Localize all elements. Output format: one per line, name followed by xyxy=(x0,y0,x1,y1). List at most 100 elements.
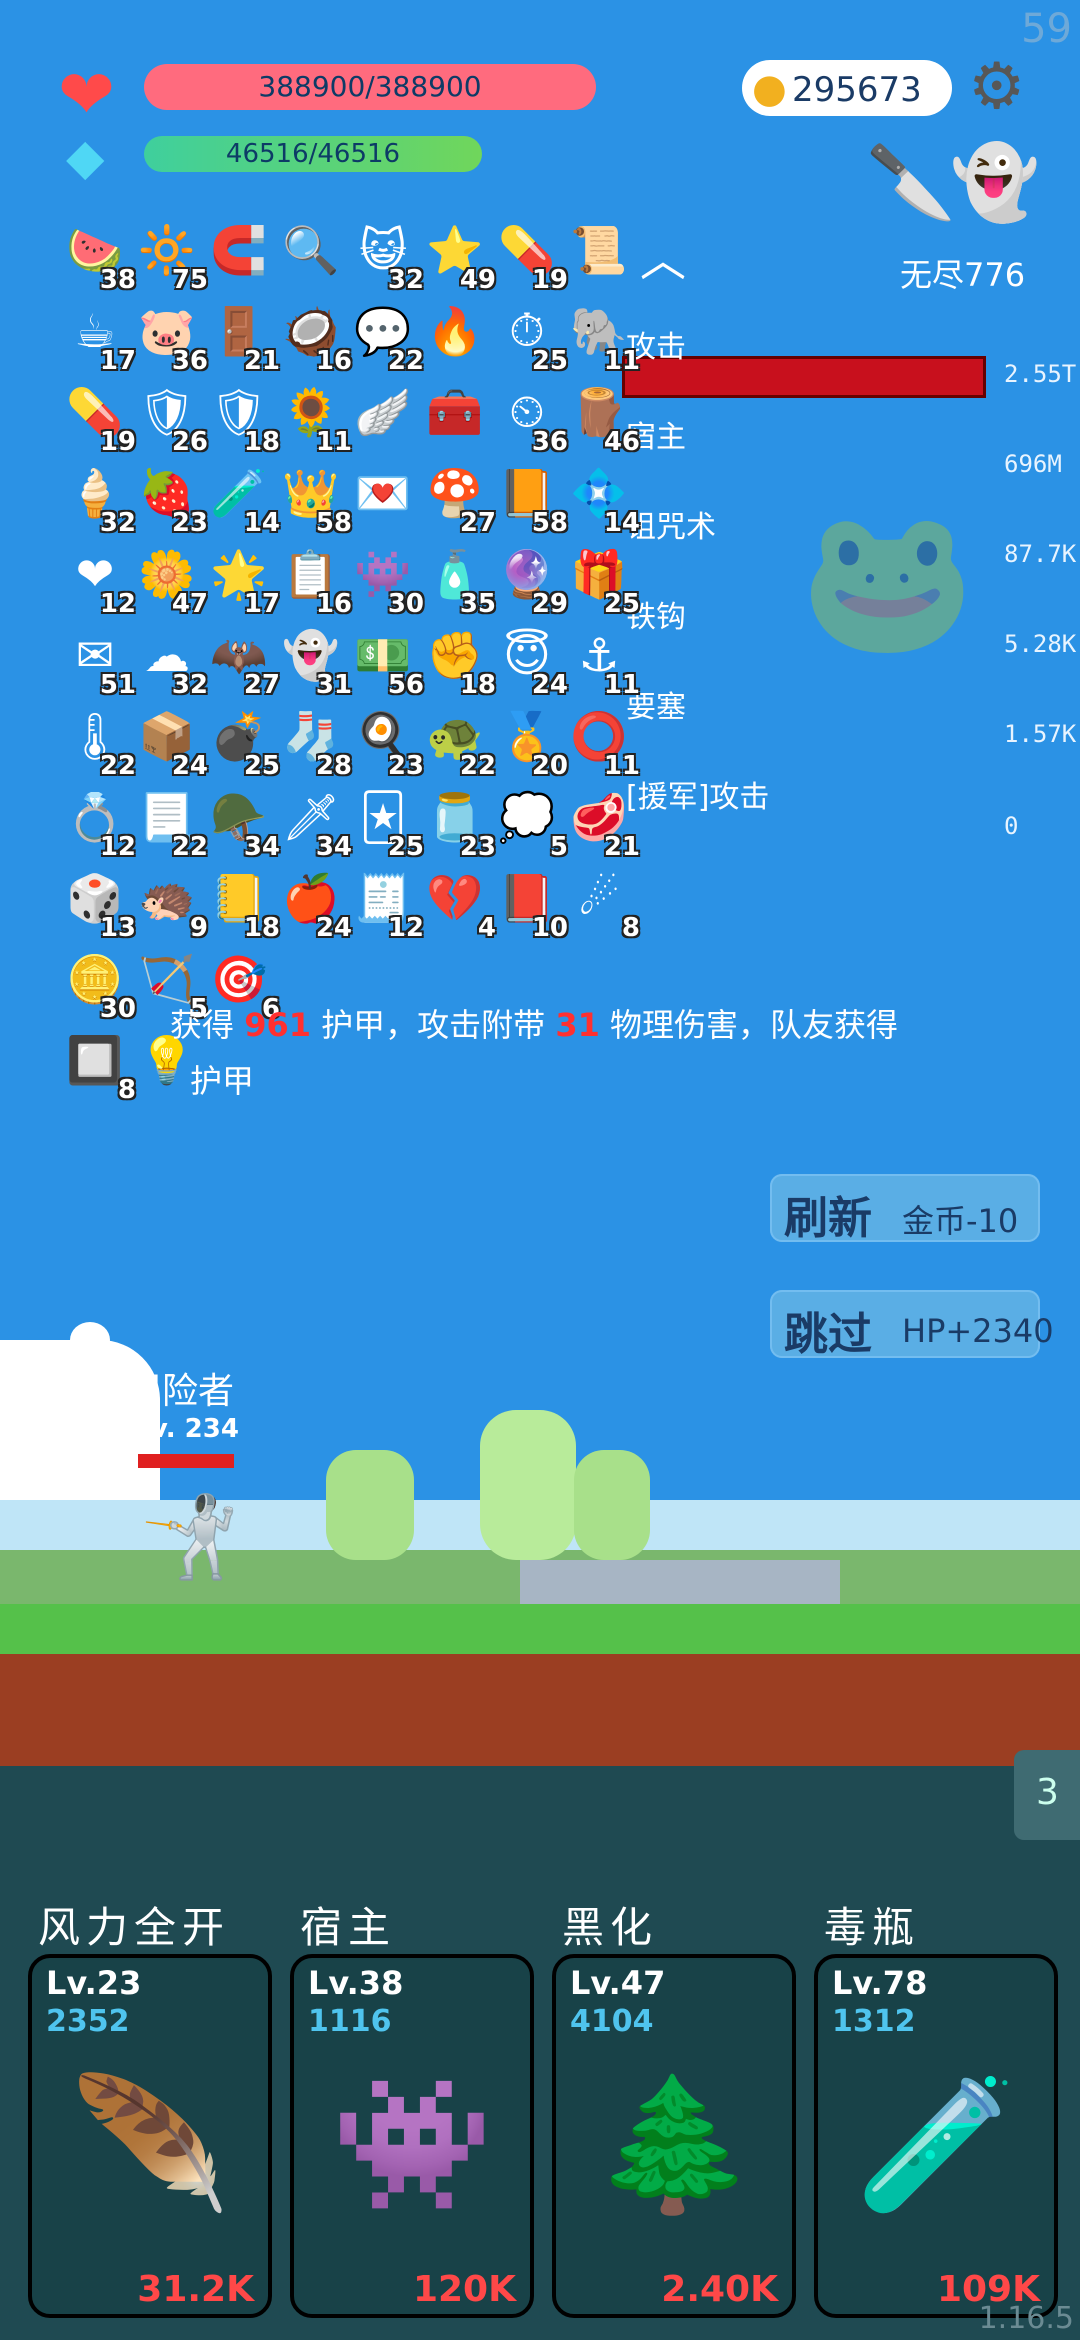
item-slot[interactable]: 🍉 38 xyxy=(60,215,136,296)
side-tab[interactable]: 3 xyxy=(1014,1750,1080,1840)
item-slot[interactable]: 🐢 22 xyxy=(420,701,496,782)
skill-value: 2352 xyxy=(46,2004,130,2039)
item-slot[interactable]: 🍦 32 xyxy=(60,458,136,539)
item-slot[interactable]: ⏱ 25 xyxy=(492,296,568,376)
item-slot[interactable]: ☕ 17 xyxy=(60,296,136,376)
item-slot[interactable]: 🔲 8 xyxy=(60,1025,136,1106)
item-slot[interactable]: 🧰 xyxy=(420,377,490,447)
item-slot[interactable]: 🍓 23 xyxy=(132,458,208,539)
skip-button[interactable]: 跳过 HP+2340 xyxy=(770,1290,1054,1360)
gear-icon[interactable]: ⚙ xyxy=(968,50,1025,124)
desc-armor-value: 961 xyxy=(244,1006,311,1044)
item-slot[interactable]: 🧴 35 xyxy=(420,539,496,620)
refresh-label: 刷新 xyxy=(784,1193,872,1244)
item-slot[interactable]: 🪽 xyxy=(348,377,418,447)
item-slot[interactable]: 🔆 75 xyxy=(132,215,208,296)
item-slot[interactable]: 🧾 12 xyxy=(348,863,424,944)
item-slot[interactable]: 🛡 18 xyxy=(204,377,280,458)
item-slot[interactable]: 💬 22 xyxy=(348,296,424,377)
item-slot[interactable]: 🌻 11 xyxy=(276,377,352,458)
item-count: 56 xyxy=(387,670,424,700)
item-slot[interactable]: 🃏 25 xyxy=(348,782,424,862)
item-slot[interactable]: 🥩 21 xyxy=(564,782,640,863)
item-slot[interactable]: 💍 12 xyxy=(60,782,136,863)
item-slot[interactable]: 🦇 27 xyxy=(204,620,280,701)
item-slot[interactable]: ⚓ 11 xyxy=(564,620,640,700)
item-slot[interactable]: 🐷 36 xyxy=(132,296,208,377)
refresh-button[interactable]: 刷新 金币-10 xyxy=(770,1174,1040,1244)
item-slot[interactable]: 🗡 34 xyxy=(276,782,352,863)
item-slot[interactable]: 🎁 25 xyxy=(564,539,640,620)
item-slot[interactable]: 🧲 xyxy=(204,215,274,285)
item-slot[interactable]: 🏅 20 xyxy=(492,701,568,782)
item-slot[interactable]: ❤ 12 xyxy=(60,539,136,619)
item-slot[interactable]: 🔥 xyxy=(420,296,490,366)
item-slot[interactable]: 🦔 9 xyxy=(132,863,208,944)
item-slot[interactable]: 🪵 46 xyxy=(564,377,640,458)
item-slot[interactable]: 💣 25 xyxy=(204,701,280,782)
item-slot[interactable]: 🌡 22 xyxy=(60,701,136,782)
item-slot[interactable]: 🌼 47 xyxy=(132,539,208,620)
item-slot[interactable]: 🌟 17 xyxy=(204,539,280,620)
item-slot[interactable]: 🪙 30 xyxy=(60,944,136,1025)
item-slot[interactable]: ⏲ 36 xyxy=(492,377,568,457)
item-slot[interactable]: 🪖 34 xyxy=(204,782,280,863)
item-slot[interactable]: 🧪 14 xyxy=(204,458,280,539)
item-slot[interactable]: 💔 4 xyxy=(420,863,496,944)
item-slot[interactable]: ⭕ 11 xyxy=(564,701,640,782)
item-slot[interactable]: 📜 xyxy=(564,215,634,285)
ground-grass xyxy=(0,1604,1080,1654)
item-slot[interactable]: ☄ 8 xyxy=(564,863,640,943)
item-slot[interactable]: ✉ 51 xyxy=(60,620,136,700)
item-slot[interactable]: 💵 56 xyxy=(348,620,424,701)
item-slot[interactable]: 👻 31 xyxy=(276,620,352,701)
item-slot[interactable]: 💊 19 xyxy=(60,377,136,458)
skill-card-2[interactable]: Lv.47 4104 🌲 2.40K xyxy=(552,1954,796,2318)
item-slot[interactable]: 📃 22 xyxy=(132,782,208,863)
item-slot[interactable]: ✊ 18 xyxy=(420,620,496,701)
ghost-icon[interactable]: 👻 xyxy=(950,140,1040,225)
item-count: 21 xyxy=(603,832,640,862)
item-slot[interactable]: 🐘 11 xyxy=(564,296,640,377)
item-slot[interactable]: ⭐ 49 xyxy=(420,215,496,296)
item-slot[interactable]: 🚪 21 xyxy=(204,296,280,377)
skill-card-3[interactable]: Lv.78 1312 🧪 109K xyxy=(814,1954,1058,2318)
item-count: 23 xyxy=(387,751,424,781)
item-slot[interactable]: 📒 18 xyxy=(204,863,280,944)
skill-title-2: 黑化 xyxy=(562,1903,659,1952)
item-slot[interactable]: 😇 24 xyxy=(492,620,568,700)
item-slot[interactable]: 👾 30 xyxy=(348,539,424,620)
skill-card-1[interactable]: Lv.38 1116 👾 120K xyxy=(290,1954,534,2318)
item-slot[interactable]: 🥥 16 xyxy=(276,296,352,377)
gold-value: 295673 xyxy=(792,70,922,110)
cleaver-icon[interactable]: 🔪 xyxy=(866,140,956,225)
item-slot[interactable]: 😺 32 xyxy=(348,215,424,295)
item-slot[interactable]: 🍳 23 xyxy=(348,701,424,782)
item-slot[interactable]: 📕 10 xyxy=(492,863,568,944)
item-slot[interactable]: 💠 14 xyxy=(564,458,640,539)
item-slot[interactable]: 🧦 28 xyxy=(276,701,352,782)
item-slot[interactable]: 🛡 26 xyxy=(132,377,208,458)
item-slot[interactable]: 🔍 xyxy=(276,215,346,285)
item-slot[interactable]: 🎲 13 xyxy=(60,863,136,944)
coin-icon: ● xyxy=(752,66,787,112)
item-slot[interactable]: 📙 58 xyxy=(492,458,568,539)
item-icon: 🦔 xyxy=(138,870,196,925)
item-slot[interactable]: 🫙 23 xyxy=(420,782,496,863)
item-slot[interactable]: 📋 16 xyxy=(276,539,352,620)
item-slot[interactable]: 💊 19 xyxy=(492,215,568,296)
item-slot[interactable]: 📦 24 xyxy=(132,701,208,782)
item-slot[interactable]: 💭 5 xyxy=(492,782,568,863)
item-slot[interactable]: 🔮 29 xyxy=(492,539,568,620)
skill-card-0[interactable]: Lv.23 2352 🪶 31.2K xyxy=(28,1954,272,2318)
item-slot[interactable]: 👑 58 xyxy=(276,458,352,539)
item-count: 32 xyxy=(387,265,424,295)
item-slot[interactable]: 🍄 27 xyxy=(420,458,496,539)
monster-icon: 👾 xyxy=(331,2068,493,2220)
item-slot[interactable]: 💌 xyxy=(348,458,418,528)
chevron-up-icon[interactable]: ︿ xyxy=(640,224,686,290)
item-count: 34 xyxy=(243,832,280,862)
gold-counter[interactable]: ● 295673 xyxy=(742,60,952,116)
item-slot[interactable]: ☁ 32 xyxy=(132,620,208,700)
item-slot[interactable]: 🍎 24 xyxy=(276,863,352,944)
